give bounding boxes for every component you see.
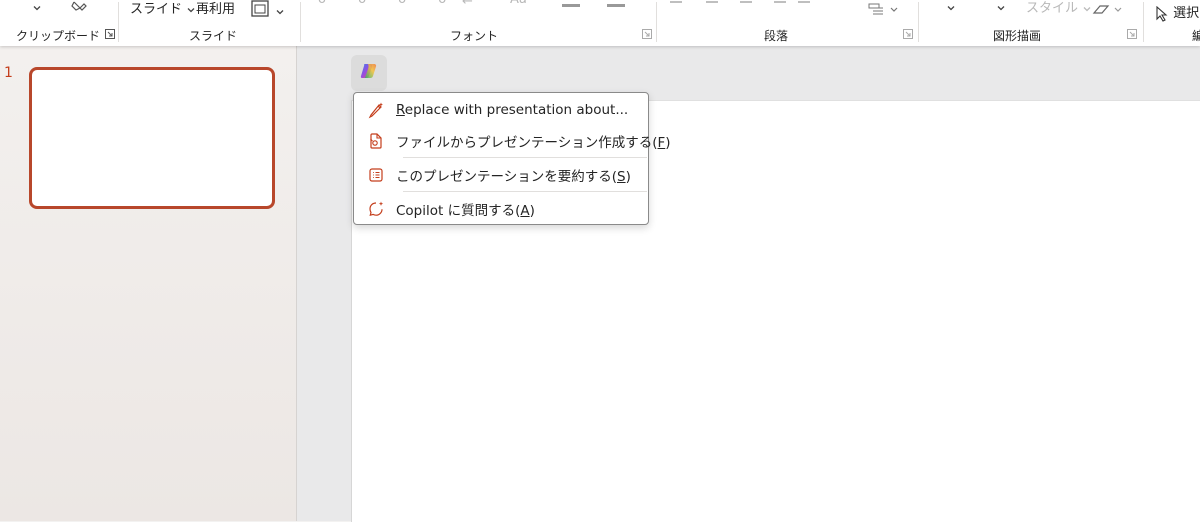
paragraph-align-icons[interactable] bbox=[668, 0, 818, 11]
ribbon-separator bbox=[300, 2, 301, 42]
menu-item-label-post: ) bbox=[625, 169, 631, 185]
arrange-chevron-icon[interactable] bbox=[996, 0, 1006, 15]
select-label: 選択 bbox=[1173, 6, 1200, 21]
menu-item-label-post: ) bbox=[665, 135, 671, 151]
copilot-icon bbox=[359, 61, 379, 85]
copilot-button[interactable] bbox=[351, 55, 387, 91]
text-align-dropdown-icon[interactable] bbox=[867, 2, 901, 22]
new-slide-label: スライド bbox=[130, 2, 183, 17]
menu-separator bbox=[403, 191, 647, 192]
select-button[interactable]: 選択 bbox=[1155, 2, 1199, 22]
menu-item-accelerator: A bbox=[520, 203, 530, 219]
reuse-slides-button[interactable]: 再利用 bbox=[196, 0, 235, 17]
menu-separator bbox=[403, 157, 647, 158]
paragraph-group-label: 段落 bbox=[764, 29, 789, 43]
ribbon-separator bbox=[118, 2, 119, 42]
editing-group-label: 編 bbox=[1192, 29, 1200, 43]
menu-item-accelerator: R bbox=[396, 102, 405, 118]
slides-group-label: スライド bbox=[189, 29, 238, 43]
new-slide-button[interactable]: スライド bbox=[130, 0, 196, 17]
menu-item-accelerator: S bbox=[617, 169, 626, 185]
menu-item-summarize[interactable]: このプレゼンテーションを要約する(S) bbox=[354, 160, 648, 190]
font-format-icons: ᴗ ᴗ ᴗ ᴗ bbox=[318, 0, 460, 7]
ribbon: クリップボード スライド 再利用 スライド ᴗ ᴗ ᴗ ᴗ ⇄ Aa フォント … bbox=[0, 0, 1200, 46]
menu-item-replace-presentation[interactable]: Replace with presentation about... bbox=[354, 95, 648, 125]
shapes-chevron-icon[interactable] bbox=[946, 0, 956, 15]
list-summary-icon bbox=[367, 166, 385, 184]
drawing-launcher-icon[interactable] bbox=[1127, 29, 1137, 39]
paragraph-launcher-icon[interactable] bbox=[903, 29, 913, 39]
copilot-menu: Replace with presentation about... ファイルか… bbox=[353, 92, 671, 225]
menu-item-create-from-file[interactable]: ファイルからプレゼンテーション作成する(F) bbox=[354, 126, 671, 156]
chevron-down-icon bbox=[186, 5, 196, 15]
menu-item-ask-copilot[interactable]: Copilot に質問する(A) bbox=[354, 194, 648, 224]
menu-item-label: Copilot に質問する(A) bbox=[396, 199, 535, 219]
menu-item-label-post: eplace with presentation about... bbox=[404, 102, 629, 118]
menu-item-label: Replace with presentation about... bbox=[396, 102, 628, 118]
menu-item-label: ファイルからプレゼンテーション作成する(F) bbox=[396, 131, 671, 151]
ribbon-separator bbox=[1143, 2, 1144, 42]
text-direction-icon[interactable]: ⇄ bbox=[462, 0, 473, 7]
slide-thumbnail[interactable] bbox=[29, 67, 275, 209]
clipboard-launcher-icon[interactable] bbox=[105, 29, 115, 39]
layout-button[interactable] bbox=[251, 0, 271, 22]
eraser-icon[interactable] bbox=[1091, 2, 1125, 22]
menu-item-label-pre: Copilot に質問する( bbox=[396, 203, 521, 219]
font-launcher-icon[interactable] bbox=[642, 29, 652, 39]
font-size-aa-icon[interactable]: Aa bbox=[510, 0, 527, 7]
menu-item-label-pre: ファイルからプレゼンテーション作成する( bbox=[396, 135, 658, 151]
menu-item-label-post: ) bbox=[529, 203, 535, 219]
ribbon-separator bbox=[656, 2, 657, 42]
ribbon-separator bbox=[918, 2, 919, 42]
layout-chevron-icon[interactable] bbox=[275, 4, 285, 19]
quick-style-label: スタイル bbox=[1026, 1, 1079, 16]
slide-number: 1 bbox=[4, 65, 13, 81]
clipboard-group-label: クリップボード bbox=[16, 29, 101, 43]
highlight-icon[interactable] bbox=[562, 0, 582, 13]
drawing-group-label: 図形描画 bbox=[993, 29, 1042, 43]
chat-sparkle-icon bbox=[367, 200, 385, 218]
quick-style-button[interactable]: スタイル bbox=[1026, 0, 1092, 16]
menu-item-label-pre: このプレゼンテーションを要約する( bbox=[396, 169, 617, 185]
paste-options-chevron[interactable] bbox=[32, 0, 42, 15]
menu-item-label: このプレゼンテーションを要約する(S) bbox=[396, 165, 631, 185]
document-sparkle-icon bbox=[367, 132, 385, 150]
font-group-label: フォント bbox=[450, 29, 499, 43]
format-painter-icon[interactable] bbox=[70, 0, 88, 20]
font-color-icon[interactable] bbox=[607, 0, 627, 13]
pen-sparkle-icon bbox=[367, 101, 385, 119]
